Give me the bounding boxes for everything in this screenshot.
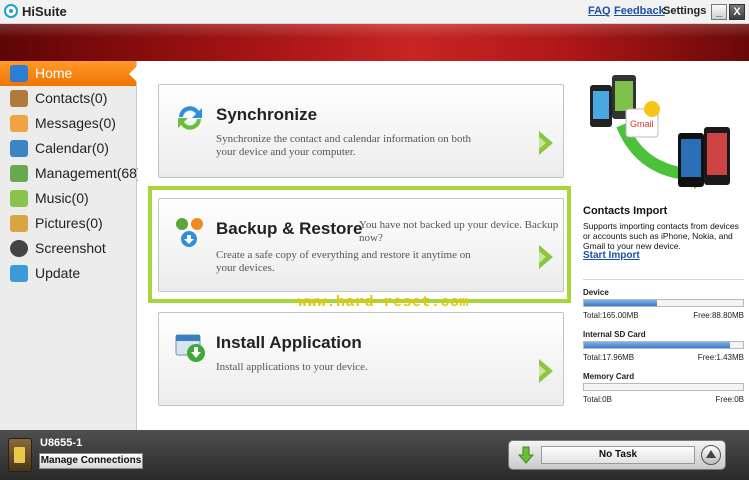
sidebar-item-label: Home [35,65,73,81]
sidebar-item-messages[interactable]: Messages(0) [0,111,136,136]
sync-icon [178,106,202,130]
contacts-import-description: Supports importing contacts from devices… [583,221,739,251]
sidebar-item-home[interactable]: Home [0,61,137,86]
minimize-button[interactable]: _ [711,4,727,20]
sidebar-item-management[interactable]: Management(68) [0,161,142,186]
card-description: Synchronize the contact and calendar inf… [216,133,472,158]
phones-promo-image: Gmail [590,75,730,189]
header-banner [0,24,749,61]
feedback-link[interactable]: Feedback [614,5,665,17]
divider [583,279,744,280]
sidebar-item-contacts[interactable]: Contacts(0) [0,86,136,111]
phone-device-icon [8,438,32,472]
storage-free: Free:88.80MB [693,311,744,320]
title-bar: HiSuite FAQ Feedback Settings _ X [0,0,749,24]
highlight-frame [148,186,571,303]
contacts-import-title: Contacts Import [583,205,668,217]
synchronize-card[interactable]: Synchronize Synchronize the contact and … [158,84,564,178]
manage-connections-button[interactable]: Manage Connections [39,453,143,469]
install-app-icon [175,334,205,362]
sidebar-item-label: Screenshot [35,240,106,256]
storage-total: Total:165.00MB [583,311,639,320]
app-title: HiSuite [22,4,67,19]
music-icon [10,190,28,207]
storage-bar-fill [584,300,658,306]
storage-free: Free:0B [715,395,744,404]
storage-internal-sd: Internal SD Card Total:17.96MB Free:1.43… [583,330,744,370]
storage-label: Memory Card [583,372,635,381]
sidebar-item-label: Management(68) [35,165,142,181]
home-icon [10,65,28,82]
bottom-bar: U8655-1 Manage Connections No Task [0,430,749,480]
chevron-right-icon [539,131,553,155]
install-application-card[interactable]: Install Application Install applications… [158,312,564,406]
download-arrow-icon[interactable] [516,445,536,465]
chevron-right-icon [539,359,553,383]
card-title: Synchronize [216,105,318,124]
storage-bar-fill [584,342,731,348]
storage-bar [583,383,744,391]
storage-total: Total:0B [583,395,612,404]
sidebar-item-label: Calendar(0) [35,140,109,156]
management-icon [10,165,28,182]
card-description: Install applications to your device. [216,361,368,373]
storage-free: Free:1.43MB [697,353,744,362]
storage-total: Total:17.96MB [583,353,635,362]
main-content: Synchronize Synchronize the contact and … [138,61,749,430]
sidebar-item-pictures[interactable]: Pictures(0) [0,211,136,236]
sidebar-item-music[interactable]: Music(0) [0,186,136,211]
sidebar-item-label: Pictures(0) [35,215,103,231]
storage-label: Internal SD Card [583,330,646,339]
right-panel: Gmail Contacts Import Supports importing… [578,61,749,430]
sidebar-item-update[interactable]: Update [0,261,136,286]
hisuite-logo-icon [4,4,18,18]
expand-up-icon[interactable] [701,445,721,465]
screenshot-icon [10,240,28,257]
storage-bar [583,341,744,349]
storage-bar [583,299,744,307]
contacts-icon [10,90,28,107]
start-import-link[interactable]: Start Import [583,250,640,261]
card-title: Install Application [216,333,362,352]
update-icon [10,265,28,282]
watermark-text: www.hard-reset.com [298,294,470,311]
faq-link[interactable]: FAQ [588,5,611,17]
sidebar-item-label: Update [35,265,81,281]
sidebar-item-label: Messages(0) [35,115,116,131]
sidebar: Home Contacts(0) Messages(0) Calendar(0)… [0,61,142,430]
storage-memory-card: Memory Card Total:0B Free:0B [583,372,744,412]
sidebar-item-label: Contacts(0) [35,90,108,106]
storage-label: Device [583,288,609,297]
device-name: U8655-1 [40,437,83,449]
messages-icon [10,115,28,132]
storage-device: Device Total:165.00MB Free:88.80MB [583,288,744,328]
task-status-text: No Task [541,446,695,464]
sidebar-item-screenshot[interactable]: Screenshot [0,236,136,261]
close-button[interactable]: X [729,4,745,20]
task-status-box: No Task [508,440,726,470]
calendar-icon [10,140,28,157]
settings-link[interactable]: Settings [663,5,706,17]
gmail-label: Gmail [630,119,654,129]
sidebar-item-calendar[interactable]: Calendar(0) [0,136,136,161]
sidebar-item-label: Music(0) [35,190,89,206]
pictures-icon [10,215,28,232]
